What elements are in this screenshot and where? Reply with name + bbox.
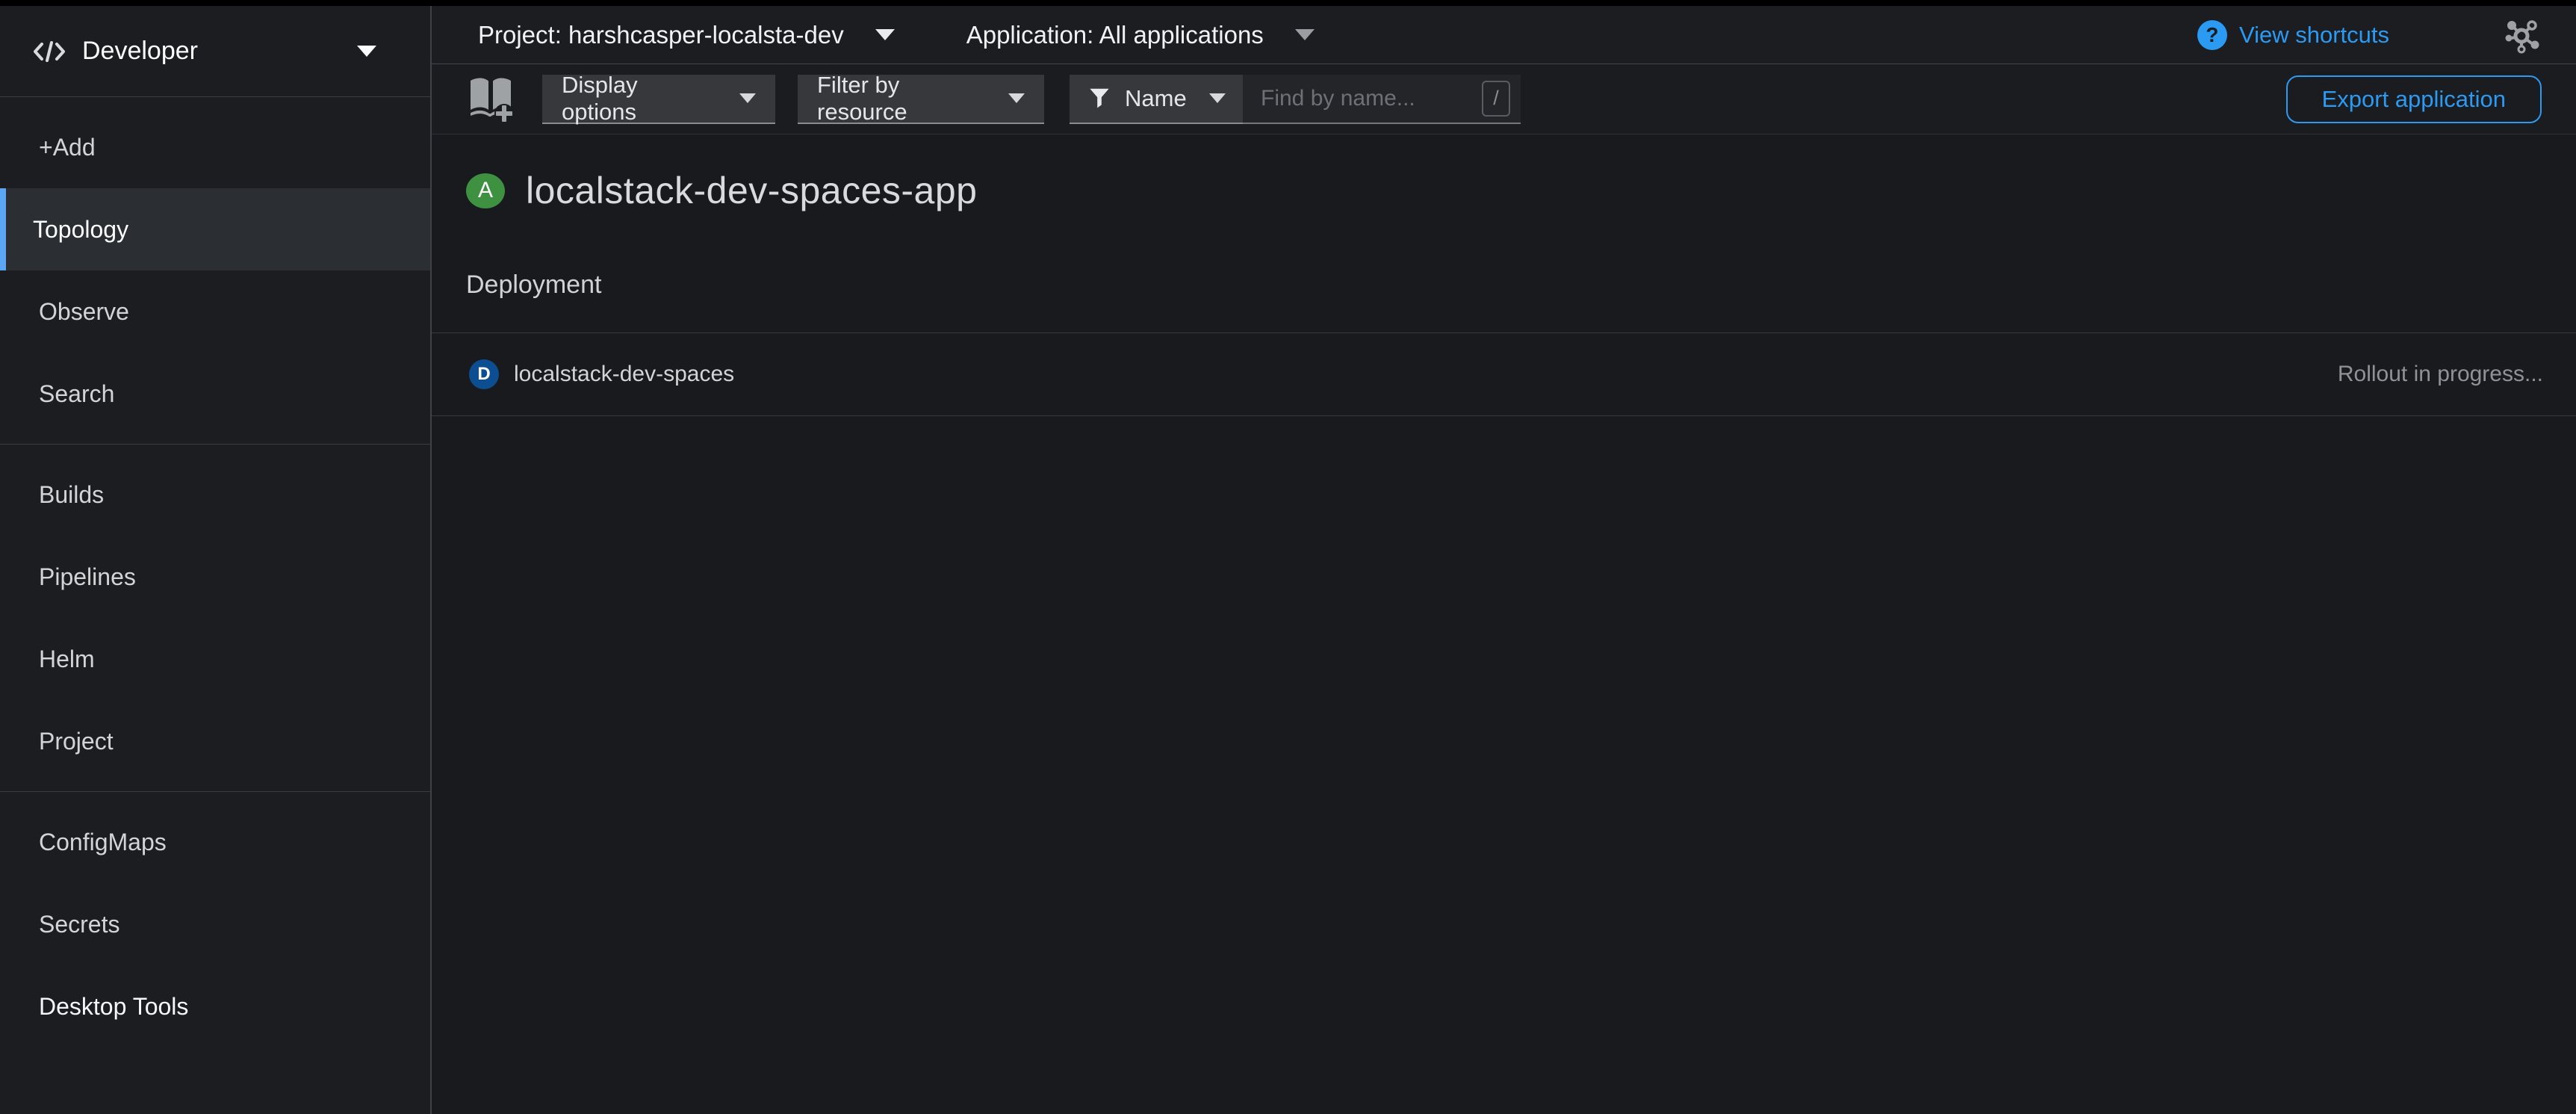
chevron-down-icon <box>1008 93 1025 103</box>
application-name: localstack-dev-spaces-app <box>526 169 977 212</box>
name-filter-dropdown[interactable]: Name <box>1070 75 1243 124</box>
console-screen: Developer +Add Topology Observe Search B… <box>0 0 2576 1114</box>
resource-kind-heading: Deployment <box>466 270 2576 300</box>
nav-group-main: +Add Topology Observe Search <box>0 97 430 444</box>
display-options-dropdown[interactable]: Display options <box>542 75 775 124</box>
application-dropdown-label: Application: All applications <box>966 21 1264 49</box>
sidebar-item-helm[interactable]: Helm <box>0 618 430 700</box>
topology-list-view: A localstack-dev-spaces-app Deployment D… <box>432 134 2576 1114</box>
name-filter-group: Name / <box>1070 75 1521 124</box>
project-dropdown[interactable]: Project: harshcasper-localsta-dev <box>478 21 895 49</box>
deployment-status: Rollout in progress... <box>2338 362 2543 387</box>
project-dropdown-label: Project: harshcasper-localsta-dev <box>478 21 844 49</box>
graph-topology-icon <box>2503 16 2540 54</box>
display-options-label: Display options <box>562 72 717 126</box>
name-filter-label: Name <box>1125 85 1187 112</box>
sidebar-item-builds[interactable]: Builds <box>0 454 430 536</box>
deployment-name-link[interactable]: localstack-dev-spaces <box>514 362 734 387</box>
view-shortcuts-link[interactable]: ? View shortcuts <box>2197 20 2389 50</box>
sidebar-item-search[interactable]: Search <box>0 353 430 435</box>
book-plus-icon <box>466 76 515 123</box>
slash-shortcut-key: / <box>1482 81 1510 117</box>
find-by-name-box: / <box>1243 75 1521 124</box>
chevron-down-icon <box>875 29 895 40</box>
topology-view-switcher-button[interactable] <box>2503 16 2540 54</box>
topology-toolbar: Display options Filter by resource Name … <box>432 64 2576 134</box>
resource-rows: D localstack-dev-spaces Rollout in progr… <box>432 332 2576 416</box>
perspective-switcher[interactable]: Developer <box>0 6 430 97</box>
sidebar-item-observe[interactable]: Observe <box>0 270 430 353</box>
chevron-down-icon <box>739 93 756 103</box>
perspective-label: Developer <box>82 37 198 66</box>
sidebar-item-desktop-tools[interactable]: Desktop Tools <box>0 965 430 1048</box>
question-circle-icon: ? <box>2197 20 2227 50</box>
export-application-button[interactable]: Export application <box>2286 75 2542 123</box>
find-by-name-input[interactable] <box>1259 85 1482 112</box>
quick-search-button[interactable] <box>466 76 515 123</box>
application-dropdown[interactable]: Application: All applications <box>966 21 1315 49</box>
deployment-row[interactable]: D localstack-dev-spaces Rollout in progr… <box>432 332 2576 416</box>
sidebar-nav: +Add Topology Observe Search Builds Pipe… <box>0 97 430 1056</box>
sidebar-item-configmaps[interactable]: ConfigMaps <box>0 801 430 883</box>
nav-group-config: ConfigMaps Secrets Desktop Tools <box>0 791 430 1056</box>
code-icon <box>33 40 66 64</box>
sidebar-item-add[interactable]: +Add <box>0 106 430 188</box>
sidebar-item-pipelines[interactable]: Pipelines <box>0 536 430 618</box>
chevron-down-icon <box>1295 29 1315 40</box>
application-badge: A <box>466 173 505 208</box>
nav-group-builds: Builds Pipelines Helm Project <box>0 444 430 791</box>
sidebar-item-project[interactable]: Project <box>0 700 430 782</box>
sidebar: Developer +Add Topology Observe Search B… <box>0 6 432 1114</box>
filter-by-resource-dropdown[interactable]: Filter by resource <box>798 75 1044 124</box>
chevron-down-icon <box>357 46 376 57</box>
funnel-icon <box>1089 87 1110 110</box>
view-shortcuts-label: View shortcuts <box>2239 22 2389 49</box>
top-strip <box>0 0 2576 6</box>
deployment-badge: D <box>469 359 499 389</box>
context-bar: Project: harshcasper-localsta-dev Applic… <box>432 6 2576 64</box>
application-group-header: A localstack-dev-spaces-app <box>466 169 2576 212</box>
sidebar-item-topology[interactable]: Topology <box>0 188 430 270</box>
filter-by-resource-label: Filter by resource <box>817 72 986 126</box>
chevron-down-icon <box>1209 93 1226 103</box>
sidebar-item-secrets[interactable]: Secrets <box>0 883 430 965</box>
